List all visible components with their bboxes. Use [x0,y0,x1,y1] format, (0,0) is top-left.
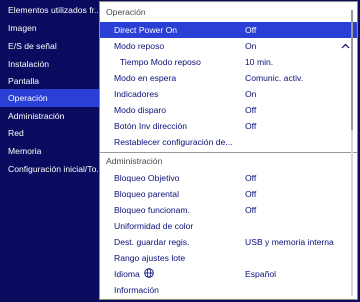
setting-row-trigger-mode[interactable]: Modo disparo Off [100,102,357,118]
sidebar-item-administration[interactable]: Administración [0,107,99,125]
setting-row-direct-power-on[interactable]: Direct Power On Off [100,22,357,38]
setting-label: Indicadores [114,89,159,99]
sidebar-item-display[interactable]: Pantalla [0,72,99,90]
settings-panel: Operación Direct Power On Off Modo repos… [99,1,358,300]
setting-label: Idioma [114,269,140,279]
setting-row-reverse-direction-button[interactable]: Botón Inv dirección Off [100,118,357,134]
setting-value: Off [245,25,257,35]
setting-label: Modo disparo [114,105,167,115]
setting-row-operation-lock[interactable]: Bloqueo funcionam. Off [100,202,357,218]
sidebar-item-image[interactable]: Imagen [0,19,99,37]
setting-row-color-uniformity[interactable]: Uniformidad de color [100,218,357,234]
setting-value: Español [245,269,277,279]
setting-label: Dest. guardar regis. [114,237,190,247]
setting-label: Modo reposo [114,41,165,51]
setting-label: Bloqueo Objetivo [114,173,180,183]
sidebar-item-installation[interactable]: Instalación [0,55,99,73]
setting-row-information[interactable]: Información [100,282,357,298]
section-title-administration: Administración [106,156,163,166]
sidebar-item-network[interactable]: Red [0,124,99,142]
setting-value: USB y memoria interna [245,237,334,247]
setting-row-batch-setup-range[interactable]: Rango ajustes lote [100,250,357,266]
sidebar-item-initial-setup[interactable]: Configuración inicial/To... [0,160,99,178]
setting-label: Restablecer configuración de... [114,137,233,147]
sidebar: Elementos utilizados fr... Imagen E/S de… [0,0,99,302]
setting-row-indicators[interactable]: Indicadores On [100,86,357,102]
sidebar-item-signal-io[interactable]: E/S de señal [0,37,99,55]
setting-label: Bloqueo parental [114,189,179,199]
sidebar-item-operation[interactable]: Operación [0,89,99,107]
setting-value: Off [245,105,257,115]
setting-label: Rango ajustes lote [114,253,186,263]
setting-value: Off [245,205,257,215]
setting-label: Botón Inv dirección [114,121,188,131]
setting-row-standby-mode[interactable]: Modo en espera Comunic. activ. [100,70,357,86]
setting-value: Off [245,173,257,183]
setting-row-sleep-mode-timer[interactable]: Tiempo Modo reposo 10 min. [100,54,357,70]
setting-row-reset-settings[interactable]: Restablecer configuración de... [100,134,357,150]
section-title-operation: Operación [106,7,146,17]
globe-icon [144,267,154,283]
settings-window: Elementos utilizados fr... Imagen E/S de… [0,0,360,302]
setting-value: On [245,89,257,99]
setting-row-parental-lock[interactable]: Bloqueo parental Off [100,186,357,202]
setting-label-group: Idioma [114,266,154,283]
setting-label: Bloqueo funcionam. [114,205,190,215]
setting-label: Modo en espera [114,73,177,83]
setting-row-log-save-destination[interactable]: Dest. guardar regis. USB y memoria inter… [100,234,357,250]
setting-label: Uniformidad de color [114,221,194,231]
setting-row-lens-lock[interactable]: Bloqueo Objetivo Off [100,170,357,186]
setting-value: Off [245,121,257,131]
setting-value: On [245,41,257,51]
setting-row-sleep-mode[interactable]: Modo reposo On [100,38,357,54]
setting-label: Tiempo Modo reposo [120,57,201,67]
setting-row-language[interactable]: Idioma Español [100,266,357,282]
sidebar-item-frequently-used[interactable]: Elementos utilizados fr... [0,1,99,19]
setting-label: Direct Power On [114,25,178,35]
scrollbar-thumb[interactable] [351,10,353,130]
sidebar-item-memory[interactable]: Memoria [0,142,99,160]
setting-value: Off [245,189,257,199]
chevron-up-icon[interactable] [340,38,350,54]
setting-label: Información [114,285,159,295]
setting-value: 10 min. [245,57,274,67]
setting-value: Comunic. activ. [245,73,304,83]
